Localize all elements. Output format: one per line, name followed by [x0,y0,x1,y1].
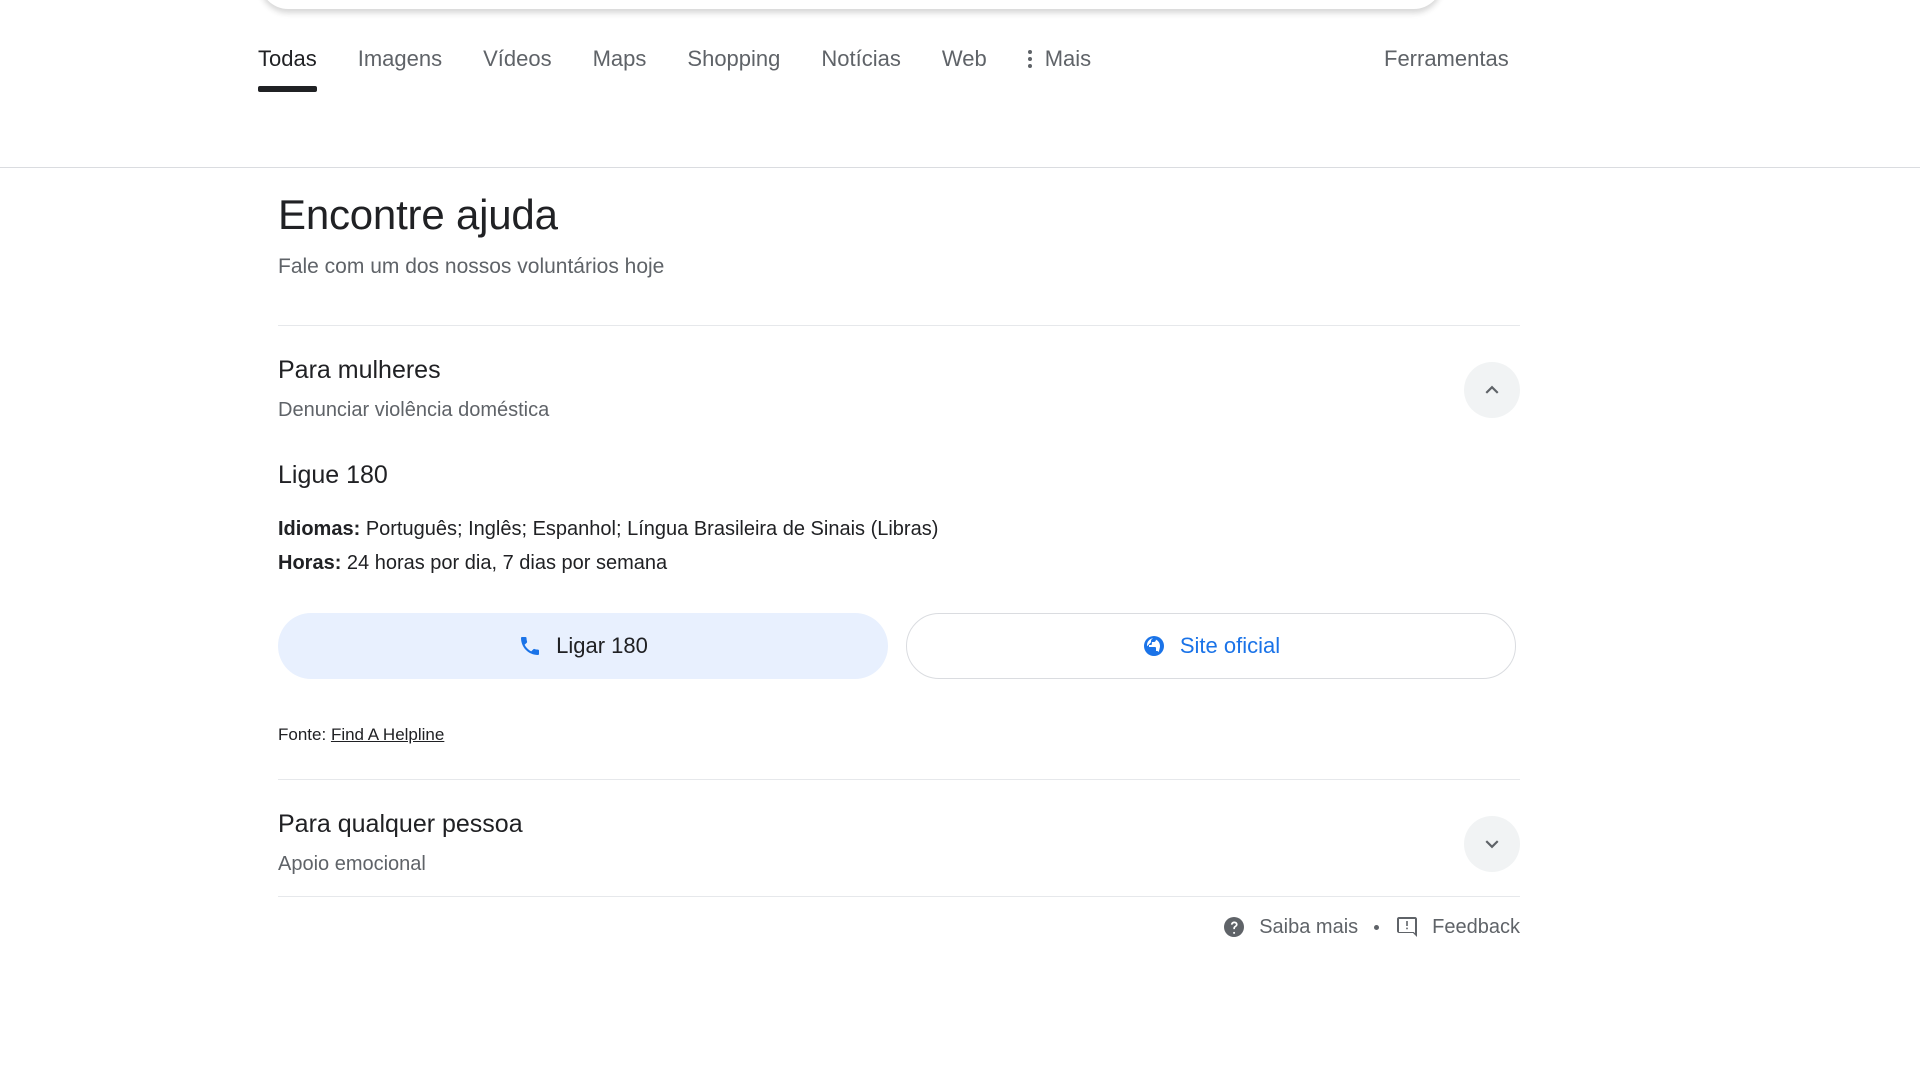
chevron-down-icon[interactable] [1464,816,1520,872]
tab-label: Notícias [821,46,901,71]
nav-divider [0,167,1920,168]
helpline-name: Ligue 180 [278,461,388,489]
chevron-up-icon[interactable] [1464,362,1520,418]
meta-row-hours: Horas: 24 horas por dia, 7 dias por sema… [278,546,1520,580]
search-nav-bar: Todas Imagens Vídeos Maps Shopping Notíc… [0,46,1920,168]
search-suggestions-box [260,0,1442,9]
official-site-button[interactable]: Site oficial [906,613,1516,679]
tab-label: Web [941,46,987,71]
help-circle-icon [1222,915,1246,939]
source-label: Fonte: [278,725,327,744]
kebab-menu-icon [1027,50,1032,68]
page-subtitle: Fale com um dos nossos voluntários hoje [278,255,665,278]
section-header[interactable]: Para qualquer pessoa Apoio emocional [278,808,1520,878]
tools-button[interactable]: Ferramentas [1384,46,1509,72]
tab-noticias[interactable]: Notícias [821,46,900,92]
section-header[interactable]: Para mulheres Denunciar violência domést… [278,354,1520,424]
section-para-mulheres: Para mulheres Denunciar violência domést… [278,326,1520,746]
tab-label: Imagens [357,46,443,71]
nav-tabs: Todas Imagens Vídeos Maps Shopping Notíc… [258,46,1091,102]
tab-label: Todas [258,46,317,71]
tab-imagens[interactable]: Imagens [358,46,442,92]
meta-label: Idiomas: [278,518,361,540]
section-description: Denunciar violência doméstica [278,399,550,421]
page-title: Encontre ajuda [278,191,558,238]
phone-icon [518,634,542,658]
learn-more-label: Saiba mais [1259,915,1359,938]
source-link[interactable]: Find A Helpline [331,725,444,744]
meta-label: Horas: [278,552,342,574]
tab-mais[interactable]: Mais [1027,46,1092,92]
call-button[interactable]: Ligar 180 [278,613,888,679]
footer-separator-dot [1374,924,1380,930]
meta-value: 24 horas por dia, 7 dias por semana [346,552,668,574]
feedback-label: Feedback [1432,915,1520,938]
source-attribution: Fonte: Find A Helpline [278,724,1520,746]
tab-label: Maps [592,46,647,71]
helpline-meta: Idiomas: Português; Inglês; Espanhol; Lí… [278,512,1520,580]
section-description: Apoio emocional [278,853,426,875]
call-button-label: Ligar 180 [556,633,648,658]
section-para-qualquer-pessoa: Para qualquer pessoa Apoio emocional [278,780,1520,878]
globe-icon [1142,634,1166,658]
tab-videos[interactable]: Vídeos [483,46,552,92]
panel-footer: Saiba mais Feedback [278,897,1520,939]
tab-label: Shopping [687,46,781,71]
official-site-button-label: Site oficial [1179,633,1281,658]
tab-maps[interactable]: Maps [593,46,647,92]
section-title: Para qualquer pessoa [278,810,523,838]
meta-value: Português; Inglês; Espanhol; Língua Bras… [365,518,939,540]
learn-more-button[interactable]: Saiba mais [1222,915,1358,939]
tab-web[interactable]: Web [942,46,987,92]
feedback-button[interactable]: Feedback [1395,915,1520,939]
helpline-actions: Ligar 180 Site oficial [278,613,1520,679]
feedback-icon [1395,915,1419,939]
meta-row-languages: Idiomas: Português; Inglês; Espanhol; Lí… [278,512,1520,546]
tab-shopping[interactable]: Shopping [687,46,780,92]
tab-todas[interactable]: Todas [258,46,317,92]
find-help-panel: Encontre ajuda Fale com um dos nossos vo… [278,190,1520,939]
tab-label: Vídeos [483,46,552,71]
tab-label: Mais [1044,46,1092,71]
section-title: Para mulheres [278,356,441,384]
